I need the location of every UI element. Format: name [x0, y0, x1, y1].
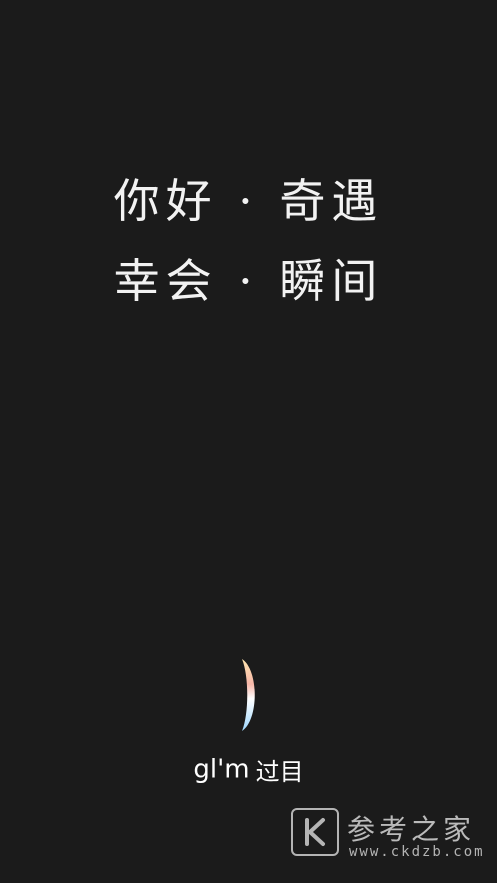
k-logo-icon: [291, 808, 339, 856]
brand-logo: gl'm 过目: [0, 752, 497, 787]
brand-name-en: gl'm: [193, 754, 250, 785]
splash-tagline-line-2: 幸会 · 瞬间: [113, 254, 384, 308]
watermark-title: 参考之家: [347, 813, 476, 846]
splash-tagline-line-1: 你好 · 奇遇: [113, 174, 384, 228]
watermark: 参考之家 www.ckdzb.com: [291, 808, 491, 864]
crescent-moon-icon: [237, 658, 261, 732]
watermark-url: www.ckdzb.com: [349, 844, 485, 860]
brand-name-cn: 过目: [255, 758, 304, 786]
splash-screen: { "splash": { "line1": "你好 · 奇遇", "line2…: [0, 0, 497, 883]
